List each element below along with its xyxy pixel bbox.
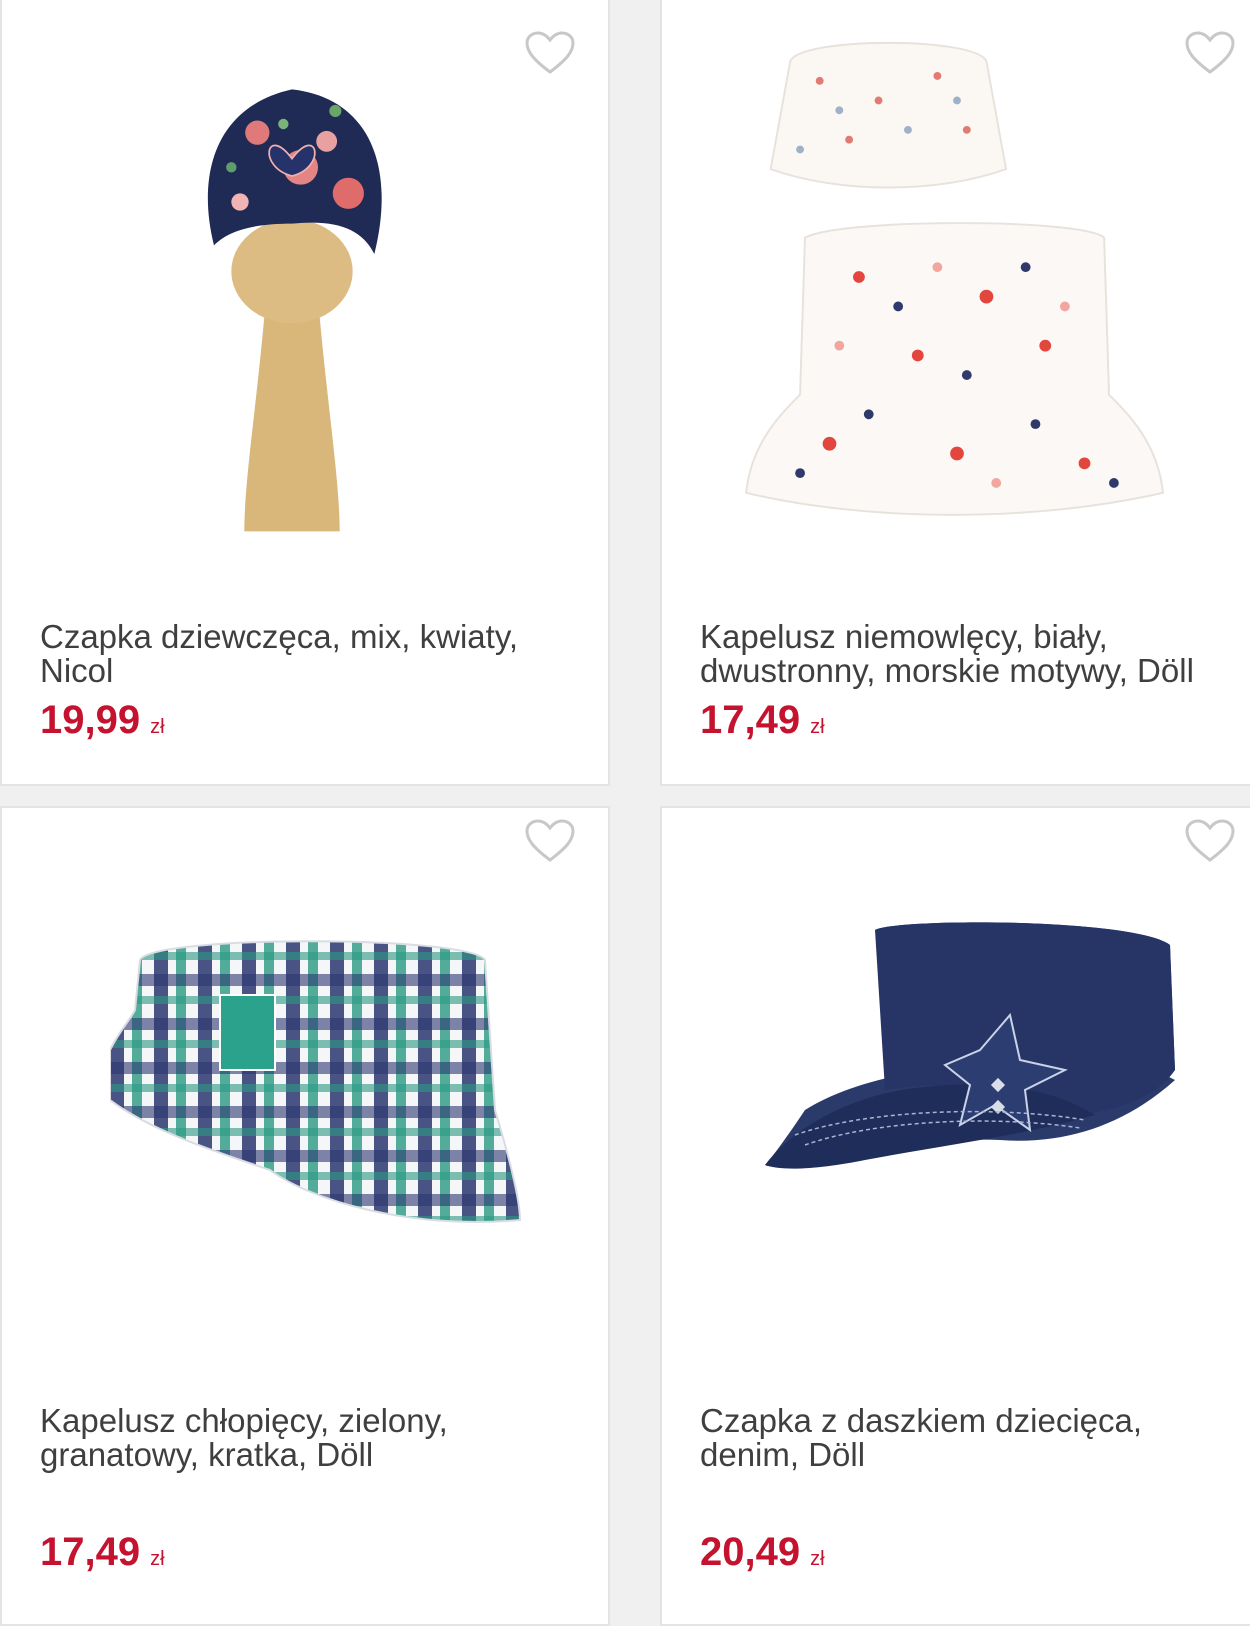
product-image[interactable]	[162, 46, 422, 566]
product-price: 17,49 zł	[700, 698, 825, 743]
heart-icon[interactable]	[524, 818, 576, 864]
price-currency: zł	[150, 1548, 165, 1570]
heart-icon[interactable]	[524, 30, 576, 76]
product-card[interactable]: Kapelusz niemowlęcy, biały, dwustronny, …	[660, 0, 1250, 786]
product-price: 17,49 zł	[40, 1530, 165, 1575]
product-card[interactable]: Kapelusz chłopięcy, zielony, granatowy, …	[0, 806, 610, 1626]
product-card[interactable]: Czapka z daszkiem dziecięca, denim, Döll…	[660, 806, 1250, 1626]
product-image[interactable]	[737, 22, 1177, 532]
product-title[interactable]: Kapelusz niemowlęcy, biały, dwustronny, …	[700, 620, 1248, 688]
product-title[interactable]: Kapelusz chłopięcy, zielony, granatowy, …	[40, 1404, 598, 1472]
product-title[interactable]: Czapka z daszkiem dziecięca, denim, Döll	[700, 1404, 1248, 1472]
product-image[interactable]	[110, 930, 530, 1240]
product-card[interactable]: Czapka dziewczęca, mix, kwiaty, Nicol 19…	[0, 0, 610, 786]
product-price: 20,49 zł	[700, 1530, 825, 1575]
product-price: 19,99 zł	[40, 698, 165, 743]
heart-icon[interactable]	[1184, 818, 1236, 864]
price-value: 20,49	[700, 1530, 801, 1574]
price-currency: zł	[810, 1548, 825, 1570]
price-currency: zł	[810, 716, 825, 738]
price-value: 17,49	[700, 698, 801, 742]
price-value: 19,99	[40, 698, 141, 742]
product-title[interactable]: Czapka dziewczęca, mix, kwiaty, Nicol	[40, 620, 598, 688]
product-image[interactable]	[765, 920, 1185, 1190]
heart-icon[interactable]	[1184, 30, 1236, 76]
price-currency: zł	[150, 716, 165, 738]
price-value: 17,49	[40, 1530, 141, 1574]
